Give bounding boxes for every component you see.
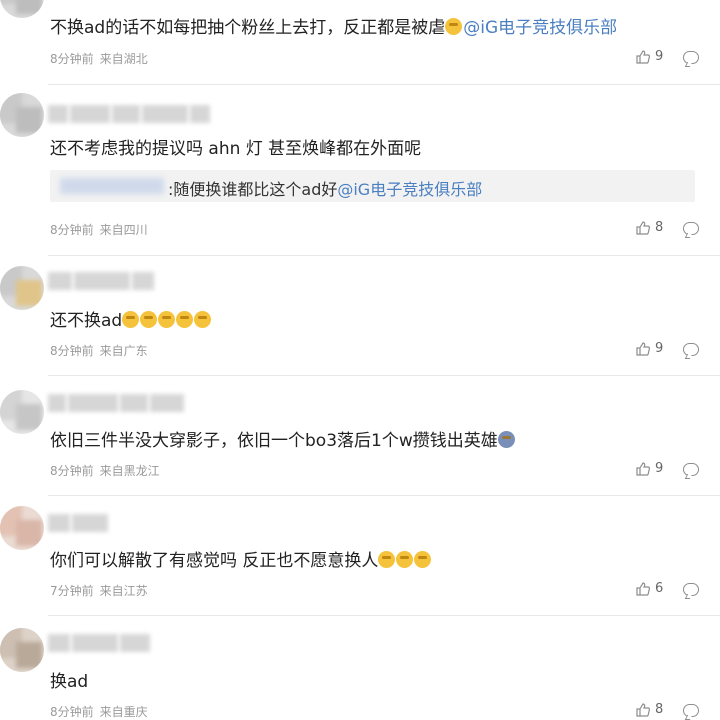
like-button[interactable]: 9 <box>636 461 663 476</box>
comment-time: 7分钟前 <box>50 584 94 598</box>
comment-item: 依旧三件半没大穿影子，依旧一个bo3落后1个w攒钱出英雄 8分钟前 来自黑龙江 9 <box>0 376 720 495</box>
comment-item: 还不换ad 8分钟前 来自广东 9 <box>0 256 720 375</box>
comment-location: 来自广东 <box>99 344 148 358</box>
comment-meta: 8分钟前 来自湖北 <box>50 50 148 67</box>
emoji-face-icon <box>176 311 194 328</box>
like-count: 9 <box>655 49 664 64</box>
comment-text: 你们可以解散了有感觉吗 反正也不愿意换人 <box>50 546 432 571</box>
comment-text: 不换ad的话不如每把抽个粉丝上去打，反正都是被虐 @iG电子竞技俱乐部 <box>50 18 618 38</box>
like-count: 9 <box>655 341 664 356</box>
thumbs-up-icon <box>636 581 650 596</box>
like-button[interactable]: 9 <box>636 49 663 64</box>
username-blurred <box>48 105 212 123</box>
emoji-face-icon <box>122 311 140 328</box>
comment-meta: 8分钟前 来自黑龙江 <box>50 462 160 479</box>
comment-item: 还不考虑我的提议吗 ahn 灯 甚至焕峰都在外面呢 :随便换谁都比这个ad好@i… <box>0 85 720 255</box>
comment-meta: 7分钟前 来自江苏 <box>50 582 148 599</box>
thumbs-up-icon <box>636 461 650 476</box>
like-button[interactable]: 9 <box>636 341 663 356</box>
emoji-face-icon <box>414 551 432 568</box>
comment-text: 还不换ad <box>50 306 212 331</box>
thumbs-up-icon <box>636 49 650 64</box>
comment-location: 来自四川 <box>99 223 148 237</box>
comment-location: 来自重庆 <box>99 705 148 719</box>
avatar[interactable] <box>0 0 44 18</box>
comment-item: 你们可以解散了有感觉吗 反正也不愿意换人 7分钟前 来自江苏 6 <box>0 496 720 615</box>
like-count: 9 <box>655 461 664 476</box>
avatar[interactable] <box>0 506 44 550</box>
emoji-face-icon <box>497 431 515 448</box>
thumbs-up-icon <box>636 341 650 356</box>
comment-time: 8分钟前 <box>50 223 94 237</box>
quoted-reply[interactable]: :随便换谁都比这个ad好@iG电子竞技俱乐部 <box>50 170 695 202</box>
comment-bubble-icon[interactable] <box>683 704 699 717</box>
comment-location: 来自黑龙江 <box>99 464 160 478</box>
comment-item: 不换ad的话不如每把抽个粉丝上去打，反正都是被虐 @iG电子竞技俱乐部 8分钟前来… <box>0 0 720 84</box>
emoji-face-icon <box>158 311 176 328</box>
mention-link[interactable]: @iG电子竞技俱乐部 <box>463 18 617 38</box>
like-button[interactable]: 6 <box>636 581 663 596</box>
comment-meta: 8分钟前 来自广东 <box>50 342 148 359</box>
username-blurred <box>48 394 186 412</box>
quote-text: :随便换谁都比这个ad好 <box>168 180 338 199</box>
comment-time: 8分钟前 <box>50 344 94 358</box>
comment-bubble-icon[interactable] <box>683 583 699 596</box>
username-blurred <box>48 634 152 652</box>
avatar[interactable] <box>0 93 44 137</box>
comment-time: 8分钟前 <box>50 705 94 719</box>
comment-bubble-icon[interactable] <box>683 463 699 476</box>
emoji-face-icon <box>445 18 463 35</box>
emoji-face-icon <box>140 311 158 328</box>
emoji-face-icon <box>396 551 414 568</box>
avatar[interactable] <box>0 628 44 672</box>
like-count: 8 <box>655 220 664 235</box>
comment-text: 依旧三件半没大穿影子，依旧一个bo3落后1个w攒钱出英雄 <box>50 426 516 451</box>
avatar[interactable] <box>0 266 44 310</box>
thumbs-up-icon <box>636 220 650 235</box>
comment-time: 8分钟前 <box>50 464 94 478</box>
comment-time: 8分钟前 <box>50 52 94 66</box>
username-blurred <box>48 272 156 290</box>
comment-item: 换ad 8分钟前 来自重庆 8 <box>0 616 720 719</box>
comment-text: 还不考虑我的提议吗 ahn 灯 甚至焕峰都在外面呢 <box>50 139 422 159</box>
comment-text: 换ad <box>50 672 89 692</box>
like-button[interactable]: 8 <box>636 220 663 235</box>
emoji-face-icon <box>194 311 212 328</box>
mention-link[interactable]: @iG电子竞技俱乐部 <box>337 180 482 199</box>
avatar[interactable] <box>0 390 44 434</box>
comment-location: 来自江苏 <box>99 584 148 598</box>
comment-bubble-icon[interactable] <box>683 222 699 235</box>
emoji-face-icon <box>378 551 396 568</box>
comment-meta: 8分钟前 来自四川 <box>50 221 148 238</box>
username-blurred <box>48 514 110 532</box>
thumbs-up-icon <box>636 702 650 717</box>
comment-bubble-icon[interactable] <box>683 51 699 64</box>
like-count: 6 <box>655 581 664 596</box>
comment-location: 来自湖北 <box>99 52 148 66</box>
comment-meta: 8分钟前 来自重庆 <box>50 703 148 720</box>
comment-bubble-icon[interactable] <box>683 343 699 356</box>
